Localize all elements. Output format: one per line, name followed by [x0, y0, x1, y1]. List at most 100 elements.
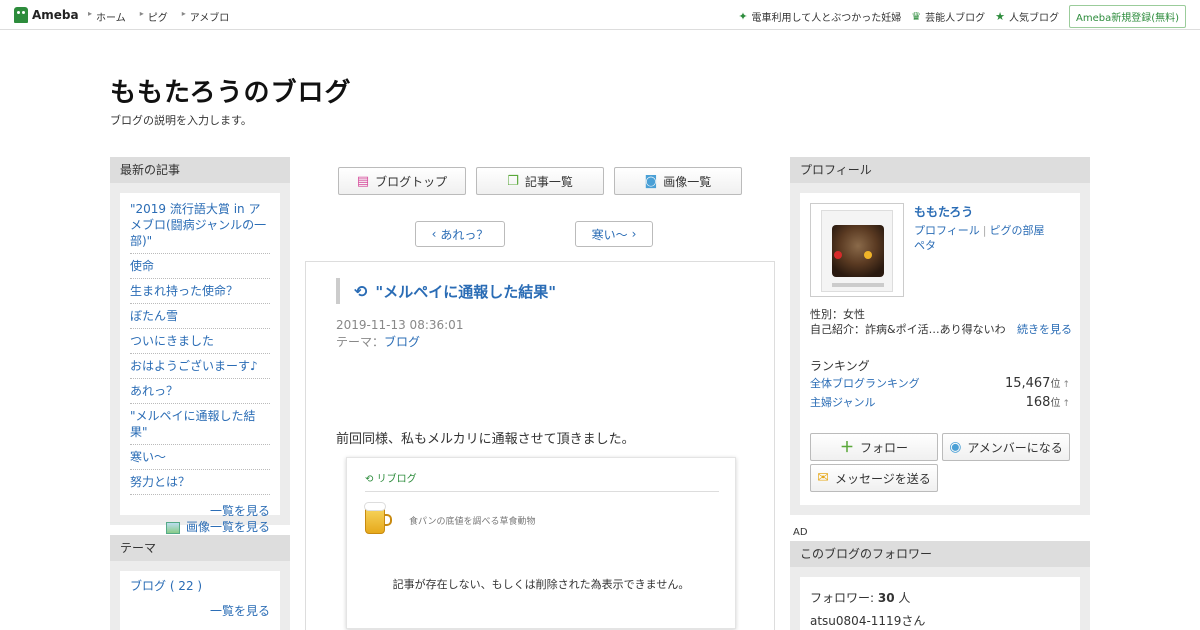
recent-post-link[interactable]: 寒い～ — [130, 450, 166, 464]
speech-bubble-icon: ◉ — [949, 439, 962, 455]
see-theme-list-link[interactable]: 一覧を見る — [210, 604, 270, 618]
recent-post-link[interactable]: 努力とは？ — [130, 475, 190, 489]
peta-link[interactable]: ペタ — [914, 239, 936, 252]
nav-home-link[interactable]: ホーム — [96, 9, 126, 24]
follower-item[interactable]: atsu0804-1119さん — [810, 610, 1070, 630]
theme-link-blog[interactable]: ブログ ( 22 ) — [130, 579, 202, 593]
recent-post-link[interactable]: "メルペイに通報した結果" — [130, 409, 256, 439]
recent-post-link[interactable]: "2019 流行語大賞 in アメブロ(闘病ジャンルの一部)" — [130, 202, 266, 248]
recent-posts-body: "2019 流行語大賞 in アメブロ(闘病ジャンルの一部)" 使命 生まれ持っ… — [120, 193, 280, 534]
profile-link[interactable]: プロフィール — [914, 224, 980, 237]
recent-post-link[interactable]: あれっ？ — [130, 384, 178, 398]
article-body: 前回同様、私もメルカリに通報させて頂きました。 — [336, 432, 635, 447]
send-message-button[interactable]: ✉ メッセージを送る — [810, 464, 938, 492]
avatar-screen — [821, 210, 893, 292]
blog-description: ブログの説明を入力します。 — [110, 114, 252, 127]
list-item: "2019 流行語大賞 in アメブロ(闘病ジャンルの一部)" — [130, 197, 270, 254]
ranking-row-genre: 主婦ジャンル 168位 ↑ — [810, 394, 1070, 410]
header-right-links: ✦ 電車利用して人とぶつかった妊婦 ♛ 芸能人ブログ ★ 人気ブログ Ameba新規登… — [738, 5, 1186, 28]
theme-body: ブログ ( 22 ) 一覧を見る — [120, 571, 280, 630]
see-image-list-link[interactable]: 画像一覧を見る — [186, 520, 270, 534]
beer-mug-icon — [364, 502, 392, 534]
envelope-icon: ✉ — [817, 470, 829, 486]
article-date: 2019-11-13 08:36:01 — [336, 318, 464, 332]
overall-ranking-link[interactable]: 全体ブログランキング — [810, 375, 920, 391]
list-item: 努力とは？ — [130, 470, 270, 495]
genre-rank-value: 168 — [1025, 395, 1051, 410]
prev-post-button[interactable]: ‹ あれっ？ — [415, 221, 505, 247]
profile-name[interactable]: ももたろう — [914, 203, 973, 220]
list-item: ぼたん雪 — [130, 304, 270, 329]
global-header: Ameba ▸ ホーム ▸ ピグ ▸ アメブロ ✦ 電車利用して人とぶつかった妊婦 ♛ 芸… — [0, 0, 1200, 30]
image-gallery-icon — [165, 521, 180, 534]
nav-pigg-link[interactable]: ピグ — [148, 9, 168, 24]
profile-more-link[interactable]: 続きを見る — [1017, 322, 1072, 337]
star-icon: ★ — [995, 10, 1005, 23]
copy-icon: ❐ — [507, 173, 519, 189]
follow-button[interactable]: ＋フォロー — [810, 433, 938, 461]
blog-title[interactable]: ももたろうのブログ — [110, 72, 351, 109]
avatar[interactable] — [810, 203, 904, 297]
reblog-source[interactable]: 食パンの底値を調べる草食動物 — [409, 514, 535, 527]
ranking-title: ランキング — [810, 359, 870, 373]
ameba-logo-icon — [14, 7, 28, 23]
recent-post-link[interactable]: ぼたん雪 — [130, 309, 178, 323]
global-nav: ▸ ホーム ▸ ピグ ▸ アメブロ — [88, 9, 243, 24]
nav-ameblo-link[interactable]: アメブロ — [190, 9, 230, 24]
genre-ranking-link[interactable]: 主婦ジャンル — [810, 394, 875, 410]
nav-arrow-icon: ▸ — [88, 9, 93, 18]
post-list-button[interactable]: ❐ 記事一覧 — [476, 167, 604, 195]
recent-post-link[interactable]: おはようございまーす♪ — [130, 359, 258, 373]
see-post-list-link[interactable]: 一覧を見る — [210, 504, 270, 518]
article-title[interactable]: ⟲ "メルペイに通報した結果" — [336, 278, 556, 304]
document-icon: ▤ — [356, 173, 370, 189]
signup-button[interactable]: Ameba新規登録(無料) — [1068, 5, 1186, 28]
ranking-row-overall: 全体ブログランキング 15,467位 ↑ — [810, 375, 1070, 391]
reblog-header: ⟲ リブログ — [365, 470, 719, 492]
recent-post-link[interactable]: 生まれ持った使命？ — [130, 284, 238, 298]
crown-icon: ♛ — [911, 10, 922, 23]
follower-count: フォロワー: 30 人 — [810, 591, 911, 605]
recent-post-link[interactable]: ついにきました — [130, 334, 214, 348]
overall-rank-value: 15,467 — [1004, 376, 1051, 391]
theme-heading: テーマ — [110, 535, 290, 561]
avatar-bar — [832, 283, 884, 287]
list-item: おはようございまーす♪ — [130, 354, 270, 379]
ad-label: AD — [793, 527, 808, 538]
arrow-up-icon: ↑ — [1062, 399, 1070, 409]
trending-topic-link[interactable]: ✦ 電車利用して人とぶつかった妊婦 — [738, 9, 901, 24]
theme-box: テーマ ブログ ( 22 ) 一覧を見る — [110, 535, 290, 630]
star-burst-icon: ✦ — [738, 10, 748, 23]
chevron-right-icon: › — [631, 227, 637, 241]
avatar-yellow-dot — [864, 251, 872, 259]
recent-posts-heading: 最新の記事 — [110, 157, 290, 183]
profile-info: 性別：女性 自己紹介：詐病&ポイ活…あり得ないわ 続きを見る — [810, 307, 1072, 337]
next-post-button[interactable]: 寒い～ › — [575, 221, 653, 247]
list-item: 使命 — [130, 254, 270, 279]
reblog-card[interactable]: ⟲ リブログ 食パンの底値を調べる草食動物 記事が存在しない、もしくは削除された… — [346, 457, 736, 629]
profile-box: プロフィール ももたろう プロフィール | ピグの部屋 ペタ 性別：女性 自己紹介：… — [790, 157, 1090, 515]
avatar-red-dot — [834, 251, 842, 259]
list-item: ついにきました — [130, 329, 270, 354]
article-theme-label: テーマ： — [336, 335, 385, 349]
pigg-room-link[interactable]: ピグの部屋 — [990, 224, 1045, 237]
recent-posts-box: 最新の記事 "2019 流行語大賞 in アメブロ(闘病ジャンルの一部)" 使命… — [110, 157, 290, 534]
recent-posts-list: "2019 流行語大賞 in アメブロ(闘病ジャンルの一部)" 使命 生まれ持っ… — [130, 197, 270, 495]
amember-button[interactable]: ◉ アメンバーになる — [942, 433, 1070, 461]
profile-links: プロフィール | ピグの部屋 ペタ — [914, 224, 1045, 252]
followers-box: このブログのフォロワー フォロワー: 30 人 atsu0804-1119さん — [790, 541, 1090, 630]
arrow-up-icon: ↑ — [1062, 380, 1070, 390]
celebrity-blog-link[interactable]: ♛ 芸能人ブログ — [911, 9, 985, 24]
chevron-left-icon: ‹ — [431, 227, 437, 241]
image-list-button[interactable]: ◙ 画像一覧 — [614, 167, 742, 195]
list-item: "メルペイに通報した結果" — [130, 404, 270, 445]
followers-body: フォロワー: 30 人 atsu0804-1119さん — [800, 577, 1080, 630]
recent-more-links: 一覧を見る 画像一覧を見る — [130, 495, 270, 539]
followers-heading: このブログのフォロワー — [790, 541, 1090, 567]
popular-blog-link[interactable]: ★ 人気ブログ — [995, 9, 1059, 24]
blog-top-button[interactable]: ▤ ブログトップ — [338, 167, 466, 195]
ameba-logo[interactable]: Ameba — [14, 6, 79, 24]
reblog-icon: ⟲ — [354, 281, 368, 301]
article-theme-link[interactable]: ブログ — [384, 335, 420, 349]
recent-post-link[interactable]: 使命 — [130, 259, 154, 273]
